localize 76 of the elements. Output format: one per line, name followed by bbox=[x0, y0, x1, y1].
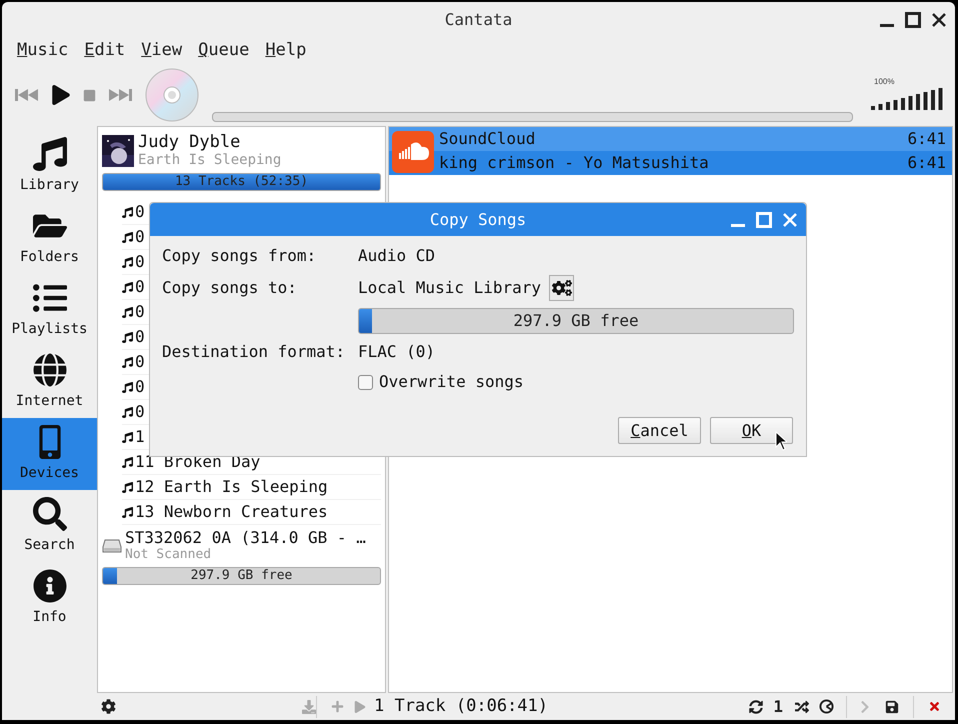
free-space-bar: 297.9 GB free bbox=[358, 308, 794, 334]
note-icon bbox=[122, 232, 133, 242]
info-icon bbox=[32, 568, 66, 602]
note-icon bbox=[122, 206, 133, 218]
track-row[interactable]: 13 Newborn Creatures bbox=[122, 500, 381, 525]
gears-icon bbox=[552, 278, 572, 298]
previous-icon[interactable] bbox=[15, 88, 39, 102]
checkbox[interactable] bbox=[358, 374, 373, 390]
sidebar-item[interactable]: Search bbox=[2, 490, 97, 562]
single-toggle[interactable]: 1 bbox=[773, 694, 783, 718]
sidebar-item[interactable]: Playlists bbox=[2, 274, 97, 346]
field-value: FLAC (0) bbox=[358, 341, 436, 363]
menu-item[interactable]: Edit bbox=[84, 38, 126, 64]
drive-status: Not Scanned bbox=[125, 546, 212, 563]
note-icon bbox=[122, 432, 133, 442]
clear-icon[interactable] bbox=[928, 700, 941, 713]
queue-summary: 1 Track (0:06:41) bbox=[374, 694, 548, 718]
window-title: Cantata bbox=[444, 9, 512, 31]
sidebar-item[interactable]: Library bbox=[2, 130, 97, 202]
dialog-title: Copy Songs bbox=[430, 208, 526, 230]
menu-item[interactable]: Queue bbox=[198, 38, 250, 64]
note-icon bbox=[122, 256, 133, 268]
search-icon bbox=[32, 496, 66, 530]
menu-item[interactable]: View bbox=[141, 38, 182, 64]
cloud-icon bbox=[392, 131, 434, 173]
drive-name: ST332062 0A (314.0 GB - … bbox=[125, 529, 366, 546]
menu-item[interactable]: Music bbox=[17, 38, 68, 64]
dialog-button[interactable]: OK bbox=[710, 417, 793, 444]
tracks-bar: 13 Tracks (52:35) bbox=[102, 173, 381, 191]
next-icon[interactable] bbox=[108, 88, 132, 102]
sidebar-item[interactable]: Devices bbox=[2, 418, 97, 490]
note-icon bbox=[122, 382, 133, 392]
menu-item[interactable]: Help bbox=[265, 38, 306, 64]
pie-icon[interactable] bbox=[819, 699, 834, 714]
drive-icon bbox=[102, 539, 122, 553]
close-icon[interactable] bbox=[931, 12, 947, 28]
play-icon[interactable] bbox=[51, 85, 71, 105]
note-icon bbox=[122, 282, 133, 292]
sidebar-item[interactable]: Info bbox=[2, 562, 97, 634]
shuffle-icon[interactable] bbox=[795, 700, 809, 714]
note-icon bbox=[122, 332, 133, 342]
save-icon[interactable] bbox=[885, 700, 899, 714]
note-icon bbox=[122, 456, 133, 468]
overwrite-checkbox[interactable]: Overwrite songs bbox=[358, 370, 794, 394]
note-icon bbox=[122, 406, 133, 418]
note-icon bbox=[122, 482, 133, 492]
stop-icon[interactable] bbox=[83, 88, 96, 102]
music-icon bbox=[32, 136, 66, 170]
field-value: Local Music Library bbox=[358, 277, 542, 299]
maximize-icon[interactable] bbox=[905, 12, 921, 28]
sidebar-item[interactable]: Folders bbox=[2, 202, 97, 274]
field-label: Copy songs from: bbox=[162, 245, 318, 267]
queue-row[interactable]: king crimson - Yo Matsushita 6:41 bbox=[389, 151, 952, 175]
album-artist: Judy Dyble bbox=[138, 133, 242, 151]
track-duration: 6:41 bbox=[907, 152, 946, 174]
field-value: Audio CD bbox=[358, 245, 436, 267]
settings-icon[interactable] bbox=[101, 699, 116, 714]
album-title: Earth Is Sleeping bbox=[138, 151, 282, 169]
sidebar-item[interactable]: Internet bbox=[2, 346, 97, 418]
note-icon bbox=[122, 356, 133, 368]
volume-reading: 100% bbox=[874, 76, 894, 88]
note-icon bbox=[122, 306, 133, 318]
drive-space-bar: 297.9 GB free bbox=[102, 567, 381, 585]
disc-icon bbox=[144, 67, 200, 123]
position-slider[interactable] bbox=[212, 112, 853, 122]
field-label: Destination format: bbox=[162, 341, 346, 363]
group-duration: 6:41 bbox=[907, 128, 946, 150]
track-row[interactable]: 12 Earth Is Sleeping bbox=[122, 475, 381, 500]
repeat-icon[interactable] bbox=[749, 700, 764, 714]
note-icon bbox=[122, 506, 133, 518]
globe-icon bbox=[32, 352, 66, 386]
field-label: Copy songs to: bbox=[162, 277, 298, 299]
queue-group-row[interactable]: SoundCloud 6:41 bbox=[389, 127, 952, 151]
cursor-icon bbox=[775, 431, 787, 451]
dialog-button[interactable]: Cancel bbox=[618, 417, 701, 444]
configure-button[interactable] bbox=[549, 275, 574, 301]
